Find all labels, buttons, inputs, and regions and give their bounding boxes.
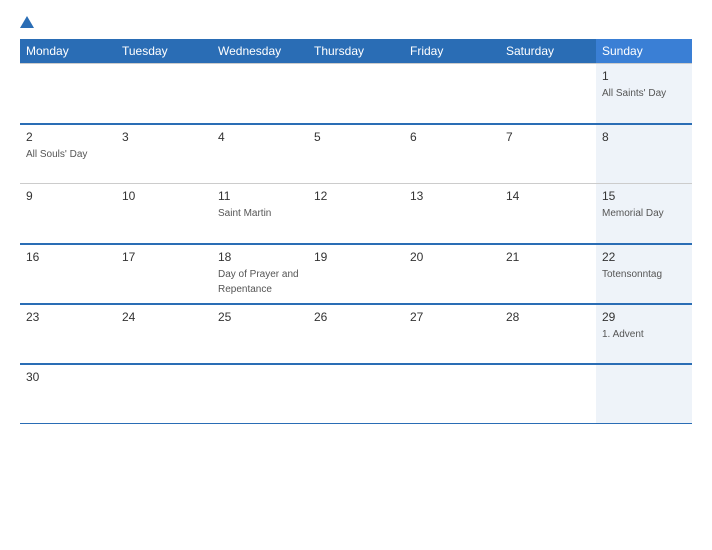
day-number: 20 (410, 250, 494, 264)
day-number: 14 (506, 189, 590, 203)
day-number: 3 (122, 130, 206, 144)
calendar-cell: 2 All Souls' Day (20, 124, 116, 184)
calendar-cell (116, 64, 212, 124)
day-number: 7 (506, 130, 590, 144)
day-number: 23 (26, 310, 110, 324)
logo-triangle-icon (20, 16, 34, 28)
day-event: All Saints' Day (602, 88, 666, 99)
calendar-cell: 20 (404, 244, 500, 304)
day-event: All Souls' Day (26, 149, 87, 160)
calendar-cell: 3 (116, 124, 212, 184)
day-number: 9 (26, 189, 110, 203)
day-number: 29 (602, 310, 686, 324)
calendar-cell (116, 364, 212, 424)
weekday-header-row: MondayTuesdayWednesdayThursdayFridaySatu… (20, 39, 692, 64)
calendar-cell (596, 364, 692, 424)
calendar-cell: 19 (308, 244, 404, 304)
weekday-header-sunday: Sunday (596, 39, 692, 64)
calendar-cell: 15 Memorial Day (596, 184, 692, 244)
calendar-cell: 28 (500, 304, 596, 364)
calendar-cell: 8 (596, 124, 692, 184)
calendar-cell: 13 (404, 184, 500, 244)
day-number: 21 (506, 250, 590, 264)
week-row-2: 2 All Souls' Day 345678 (20, 124, 692, 184)
day-number: 25 (218, 310, 302, 324)
day-number: 19 (314, 250, 398, 264)
day-number: 13 (410, 189, 494, 203)
day-number: 18 (218, 250, 302, 264)
logo (20, 16, 36, 29)
calendar-cell (404, 364, 500, 424)
calendar-cell: 26 (308, 304, 404, 364)
day-event: Day of Prayer and Repentance (218, 269, 299, 295)
weekday-header-monday: Monday (20, 39, 116, 64)
day-event: Memorial Day (602, 208, 664, 219)
calendar-cell: 18 Day of Prayer and Repentance (212, 244, 308, 304)
week-row-4: 16 17 18 Day of Prayer and Repentance 19 20 21… (20, 244, 692, 304)
weekday-header-wednesday: Wednesday (212, 39, 308, 64)
calendar-cell (20, 64, 116, 124)
day-number: 16 (26, 250, 110, 264)
day-number: 17 (122, 250, 206, 264)
calendar-cell: 7 (500, 124, 596, 184)
day-number: 11 (218, 189, 302, 203)
calendar-cell: 10 (116, 184, 212, 244)
logo-blue-text (20, 16, 36, 29)
week-row-1: 1 All Saints' Day (20, 64, 692, 124)
calendar-cell: 29 1. Advent (596, 304, 692, 364)
calendar-cell (212, 364, 308, 424)
day-number: 24 (122, 310, 206, 324)
day-number: 28 (506, 310, 590, 324)
calendar-cell: 24 (116, 304, 212, 364)
day-number: 4 (218, 130, 302, 144)
calendar-cell: 30 (20, 364, 116, 424)
calendar-cell (404, 64, 500, 124)
weekday-header-saturday: Saturday (500, 39, 596, 64)
weekday-header-thursday: Thursday (308, 39, 404, 64)
calendar-cell (500, 64, 596, 124)
day-number: 15 (602, 189, 686, 203)
calendar-cell: 9 (20, 184, 116, 244)
calendar-cell: 27 (404, 304, 500, 364)
day-number: 22 (602, 250, 686, 264)
day-event: 1. Advent (602, 329, 644, 340)
day-number: 10 (122, 189, 206, 203)
calendar-cell (308, 364, 404, 424)
calendar-cell (308, 64, 404, 124)
calendar-cell: 16 (20, 244, 116, 304)
day-number: 2 (26, 130, 110, 144)
calendar-cell: 23 (20, 304, 116, 364)
weekday-header-friday: Friday (404, 39, 500, 64)
day-number: 8 (602, 130, 686, 144)
day-number: 5 (314, 130, 398, 144)
page: MondayTuesdayWednesdayThursdayFridaySatu… (0, 0, 712, 550)
week-row-6: 30 (20, 364, 692, 424)
calendar-table: MondayTuesdayWednesdayThursdayFridaySatu… (20, 39, 692, 424)
calendar-cell: 11 Saint Martin (212, 184, 308, 244)
calendar-cell: 22 Totensonntag (596, 244, 692, 304)
day-event: Totensonntag (602, 269, 662, 280)
calendar-cell: 21 (500, 244, 596, 304)
day-number: 1 (602, 69, 686, 83)
calendar-cell: 25 (212, 304, 308, 364)
day-number: 30 (26, 370, 110, 384)
day-number: 6 (410, 130, 494, 144)
calendar-cell: 14 (500, 184, 596, 244)
calendar-cell: 5 (308, 124, 404, 184)
day-number: 12 (314, 189, 398, 203)
calendar-cell: 4 (212, 124, 308, 184)
calendar-cell (212, 64, 308, 124)
header (20, 16, 692, 29)
calendar-cell: 17 (116, 244, 212, 304)
weekday-header-tuesday: Tuesday (116, 39, 212, 64)
week-row-5: 23 24 25 26 27 28 29 1. Advent (20, 304, 692, 364)
calendar-cell (500, 364, 596, 424)
day-number: 26 (314, 310, 398, 324)
calendar-cell: 1 All Saints' Day (596, 64, 692, 124)
calendar-cell: 6 (404, 124, 500, 184)
day-event: Saint Martin (218, 208, 271, 219)
calendar-cell: 12 (308, 184, 404, 244)
week-row-3: 9 10 11 Saint Martin 12 13 14 15 Memorial Day (20, 184, 692, 244)
day-number: 27 (410, 310, 494, 324)
